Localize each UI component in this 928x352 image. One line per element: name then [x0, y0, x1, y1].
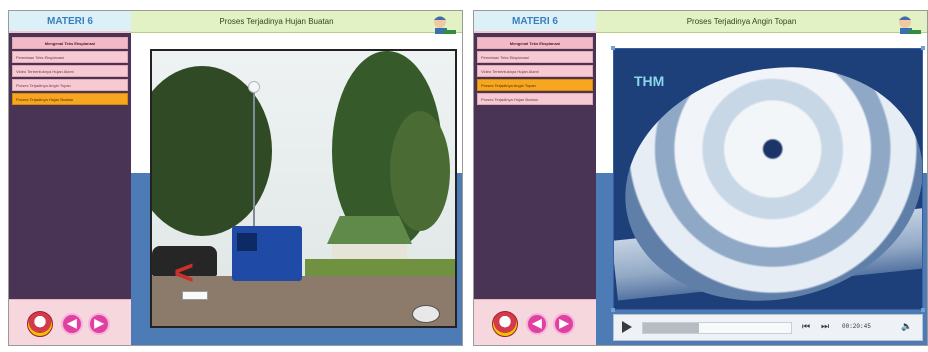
sidebar-footer: ◀ ▶ — [9, 299, 131, 345]
page-header: Proses Terjadinya Angin Topan — [596, 11, 927, 40]
skip-forward-icon[interactable]: ⏭ — [821, 321, 829, 332]
prev-button[interactable]: ◀ — [61, 313, 83, 335]
menu-item-mengenal[interactable]: Mengenal Teks Eksplanasi — [477, 37, 593, 49]
sidebar-footer: ◀ ▶ — [474, 299, 596, 345]
menu-item-angin-topan[interactable]: Proses Terjadinya Angin Topan — [12, 79, 128, 91]
menu: Mengenal Teks Eksplanasi Pemetaan Teks E… — [9, 33, 131, 105]
street-lamp — [248, 81, 260, 93]
volume-icon[interactable]: 🔈 — [901, 321, 912, 332]
menu-item-pemetaan[interactable]: Pemetaan Teks Eksplanasi — [477, 51, 593, 63]
channel-logo: ТНМ — [634, 73, 665, 89]
resize-handle[interactable] — [611, 308, 615, 312]
play-icon[interactable] — [622, 321, 632, 333]
menu: Mengenal Teks Eksplanasi Pemetaan Teks E… — [474, 33, 596, 105]
seek-progress — [643, 323, 700, 333]
school-logo-icon — [27, 311, 53, 337]
page-title: Proses Terjadinya Hujan Buatan — [219, 17, 334, 26]
menu-item-video-hujan[interactable]: Video Terbentuknya Hujan Alami — [477, 65, 593, 77]
resize-handle[interactable] — [611, 46, 615, 50]
menu-item-angin-topan[interactable]: Proses Terjadinya Angin Topan — [477, 79, 593, 91]
photo-label-tag — [182, 291, 208, 300]
menu-item-mengenal[interactable]: Mengenal Teks Eksplanasi — [12, 37, 128, 49]
menu-item-video-hujan[interactable]: Video Terbentuknya Hujan Alami — [12, 65, 128, 77]
school-logo-icon — [492, 311, 518, 337]
person — [412, 305, 440, 323]
slide-panel-hujan-buatan: MATERI 6 Mengenal Teks Eksplanasi Pemeta… — [8, 10, 463, 346]
skip-back-icon[interactable]: ⏮ — [802, 321, 810, 332]
page-header: Proses Terjadinya Hujan Buatan — [131, 11, 462, 40]
next-button[interactable]: ▶ — [88, 313, 110, 335]
seek-bar[interactable] — [642, 322, 792, 334]
next-button[interactable]: ▶ — [553, 313, 575, 335]
hujan-buatan-photo: < — [150, 49, 457, 328]
sidebar-title: MATERI 6 — [474, 11, 596, 33]
sidebar: MATERI 6 Mengenal Teks Eksplanasi Pemeta… — [474, 11, 596, 345]
prev-button[interactable]: ◀ — [526, 313, 548, 335]
menu-item-hujan-buatan[interactable]: Proses Terjadinya Hujan Buatan — [477, 93, 593, 105]
resize-handle[interactable] — [921, 308, 925, 312]
slide-panel-angin-topan: MATERI 6 Mengenal Teks Eksplanasi Pemeta… — [473, 10, 928, 346]
menu-item-hujan-buatan[interactable]: Proses Terjadinya Hujan Buatan — [12, 93, 128, 105]
menu-item-pemetaan[interactable]: Pemetaan Teks Eksplanasi — [12, 51, 128, 63]
page-title: Proses Terjadinya Angin Topan — [686, 17, 797, 26]
video-time: 00:20:45 — [842, 323, 871, 330]
video-player[interactable]: ТНМ — [613, 48, 923, 310]
resize-handle[interactable] — [921, 46, 925, 50]
red-arrow-icon: < — [174, 254, 194, 292]
sidebar: MATERI 6 Mengenal Teks Eksplanasi Pemeta… — [9, 11, 131, 345]
video-controls: ⏮ ⏭ 00:20:45 🔈 — [613, 314, 923, 341]
sidebar-title: MATERI 6 — [9, 11, 131, 33]
